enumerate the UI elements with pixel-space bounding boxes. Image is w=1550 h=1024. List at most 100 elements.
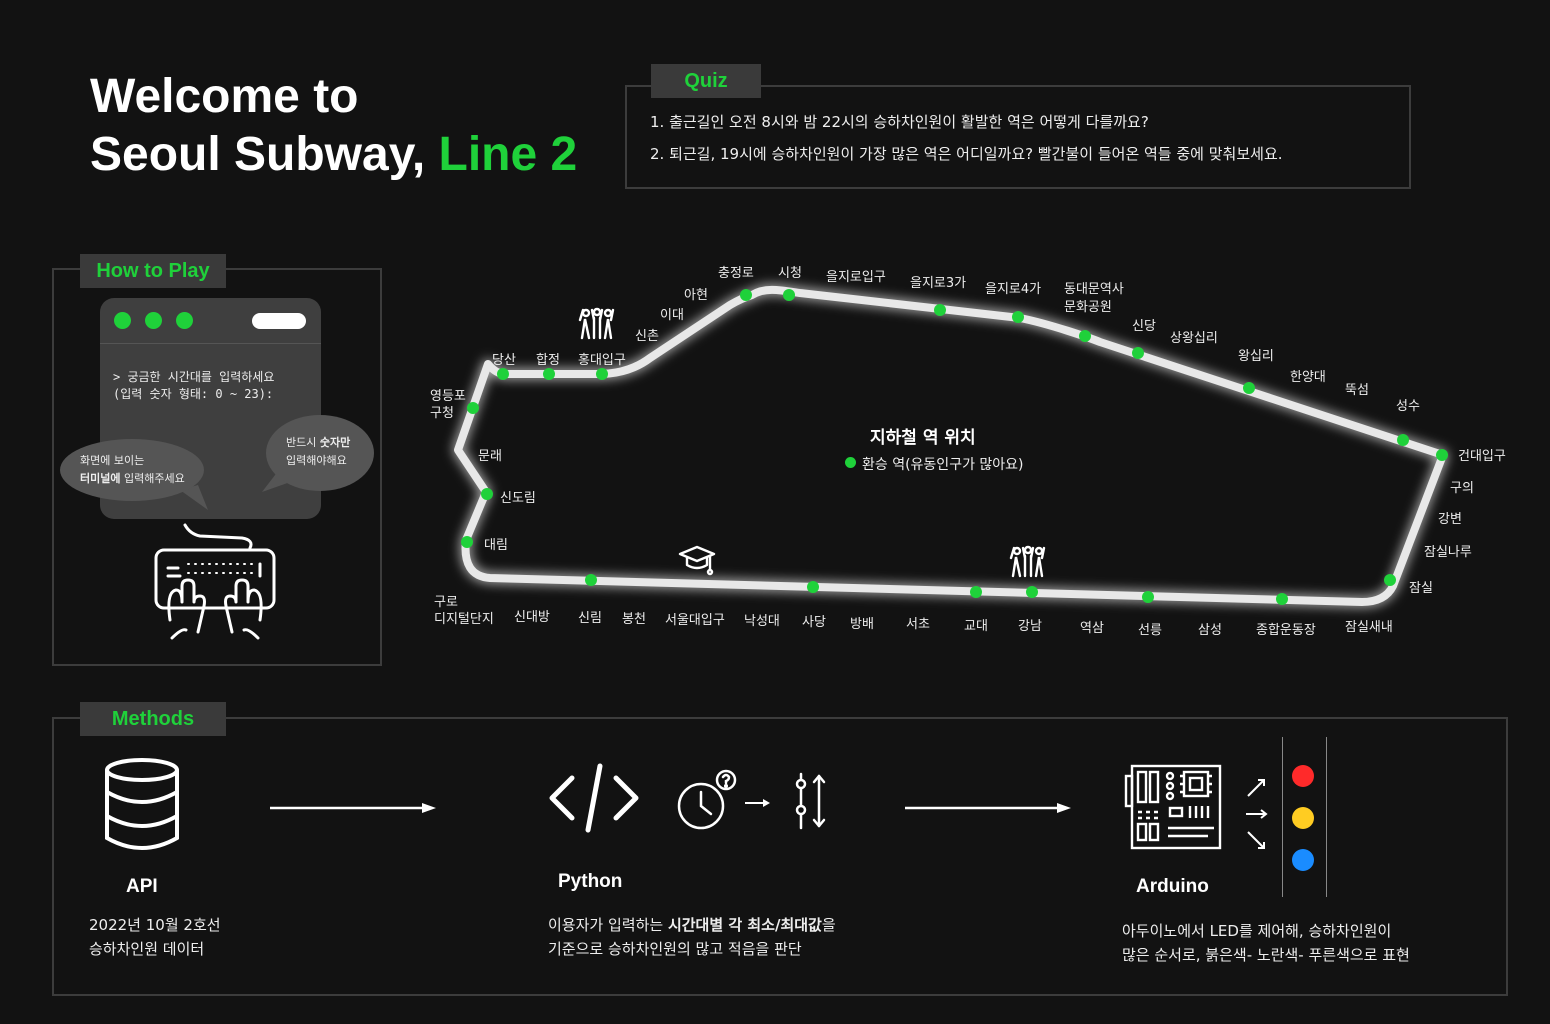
transfer-station-ddp <box>1079 330 1091 342</box>
station-label: 한양대 <box>1290 370 1326 385</box>
page-title: Welcome to Seoul Subway, Line 2 <box>90 68 577 184</box>
transfer-station-yeongdeungpo <box>467 402 479 414</box>
station-label: 충정로 <box>718 266 754 281</box>
speech-bubble-right: 반드시 숫자만 입력해야해요 <box>266 415 374 491</box>
crowd-icon <box>578 307 615 340</box>
transfer-station-seongsu <box>1397 434 1409 446</box>
terminal-prompt-2: (입력 숫자 형태: 0 ~ 23): <box>113 387 274 401</box>
arduino-board-icon <box>1124 764 1222 850</box>
transfer-station-hongik <box>596 368 608 380</box>
transfer-station-sillim <box>585 574 597 586</box>
legend-dot <box>845 457 856 468</box>
station-label: 당산 <box>492 353 516 368</box>
quiz-panel <box>625 85 1411 189</box>
transfer-station-dangsan <box>497 368 509 380</box>
station-label: 성수 <box>1396 399 1420 414</box>
database-icon <box>105 758 179 850</box>
station-label: 삼성 <box>1198 623 1222 638</box>
arduino-title: Arduino <box>1136 876 1209 897</box>
terminal-dot-2 <box>145 312 162 329</box>
flow-arrow-2 <box>905 803 1071 813</box>
station-label: 문래 <box>478 449 502 464</box>
terminal-title-pill <box>252 313 306 329</box>
terminal-divider <box>100 343 321 344</box>
station-label: 건대입구 <box>1458 449 1506 464</box>
station-label: 신촌 <box>635 329 659 344</box>
station-label: 을지로4가 <box>985 282 1042 297</box>
arduino-desc-1: 아두이노에서 LED를 제어해, 승하차인원이 <box>1122 922 1392 940</box>
station-label: 봉천 <box>622 612 646 627</box>
station-label: 종합운동장 <box>1256 623 1316 638</box>
station-label: 구의 <box>1450 481 1474 496</box>
transfer-station-euljiro4ga <box>1012 311 1024 323</box>
station-label: 신당 <box>1132 319 1156 334</box>
python-desc-1: 이용자가 입력하는 시간대별 각 최소/최대값을 <box>548 916 836 934</box>
station-label: 왕십리 <box>1238 349 1274 364</box>
api-title: API <box>126 876 158 897</box>
station-label: 교대 <box>964 619 988 634</box>
transfer-station-konkuk <box>1436 449 1448 461</box>
station-label: 상왕십리 <box>1170 331 1218 346</box>
code-icon <box>549 763 639 833</box>
led-yellow <box>1292 807 1314 829</box>
transfer-station-jamsil <box>1384 574 1396 586</box>
station-label: 낙성대 <box>744 614 780 629</box>
led-blue <box>1292 849 1314 871</box>
station-label: 뚝섬 <box>1345 383 1369 398</box>
station-label: 시청 <box>778 266 802 281</box>
arduino-desc-2: 많은 순서로, 붉은색- 노란색- 푸른색으로 표현 <box>1122 946 1410 964</box>
transfer-station-seolleung <box>1142 591 1154 603</box>
transfer-station-sindorim <box>481 488 493 500</box>
clock-question-icon <box>677 769 737 830</box>
speech-bubble-left: 화면에 보이는 터미널에 입력해주세요 <box>60 439 204 501</box>
station-label: 잠실 <box>1409 581 1433 596</box>
station-label: 구청 <box>430 406 454 421</box>
transfer-station-sindang <box>1132 347 1144 359</box>
station-label: 서울대입구 <box>665 613 725 628</box>
station-label: 합정 <box>536 353 560 368</box>
api-desc-2: 승하차인원 데이터 <box>89 940 205 958</box>
transfer-station-sadang <box>807 581 819 593</box>
transfer-station-cityhall <box>783 289 795 301</box>
small-arrow-icon <box>745 799 770 807</box>
transfer-station-wangsimni <box>1243 382 1255 394</box>
keyboard-typing-icon <box>154 523 276 640</box>
led-divider-right <box>1326 737 1327 897</box>
subway-map <box>454 285 1448 606</box>
api-desc-1: 2022년 10월 2호선 <box>89 916 221 934</box>
transfer-station-euljiro3ga <box>934 304 946 316</box>
station-label: 강남 <box>1018 619 1042 634</box>
methods-tab: Methods <box>80 702 226 736</box>
led-red <box>1292 765 1314 787</box>
python-title: Python <box>558 871 623 892</box>
transfer-station-daerim <box>461 536 473 548</box>
transfer-station-hapjeong <box>543 368 555 380</box>
title-accent: Line 2 <box>438 128 578 181</box>
station-label: 역삼 <box>1080 621 1104 636</box>
station-label: 이대 <box>660 308 684 323</box>
flow-arrow-1 <box>270 803 436 813</box>
station-label: 사당 <box>802 615 826 630</box>
station-label: 선릉 <box>1138 623 1162 638</box>
station-label: 신림 <box>578 611 602 626</box>
station-label: 아현 <box>684 288 708 303</box>
quiz-question-1: 1. 출근길인 오전 8시와 밤 22시의 승하차인원이 활발한 역은 어떻게 … <box>650 113 1149 131</box>
quiz-question-2: 2. 퇴근길, 19시에 승하차인원이 가장 많은 역은 어디일까요? 빨간불이… <box>650 145 1283 163</box>
transfer-station-gyodae <box>970 586 982 598</box>
led-divider-left <box>1282 737 1283 897</box>
station-label: 신도림 <box>500 491 536 506</box>
sort-minmax-icon <box>795 772 826 830</box>
station-label: 잠실새내 <box>1345 620 1393 635</box>
graduation-cap-icon <box>678 545 716 576</box>
transfer-station-sports-complex <box>1276 593 1288 605</box>
station-label: 홍대입구 <box>578 353 626 368</box>
station-label: 디지털단지 <box>434 612 494 627</box>
station-label: 서초 <box>906 617 930 632</box>
led-signal-arrows <box>1246 779 1268 849</box>
station-label: 강변 <box>1438 512 1462 527</box>
terminal-dot-1 <box>114 312 131 329</box>
legend-label: 환승 역(유동인구가 많아요) <box>862 457 1024 473</box>
how-to-play-tab: How to Play <box>80 254 226 288</box>
station-label: 문화공원 <box>1064 300 1112 315</box>
station-label: 동대문역사 <box>1064 282 1124 297</box>
